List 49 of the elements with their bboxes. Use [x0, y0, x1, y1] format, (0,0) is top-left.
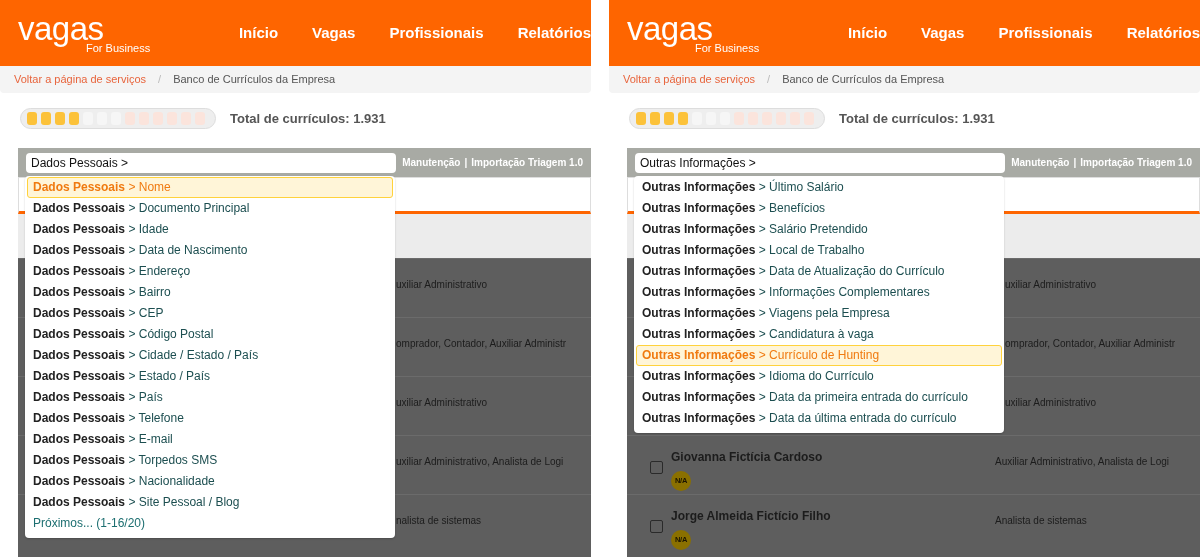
- breadcrumb-current: Banco de Currículos da Empresa: [173, 72, 336, 88]
- dropdown-option[interactable]: Dados Pessoais > Telefone: [27, 408, 393, 429]
- breadcrumb-current: Banco de Currículos da Empresa: [782, 72, 945, 88]
- total-count: Total de currículos: 1.931: [839, 109, 995, 128]
- role-text: Analista de sistemas: [995, 514, 1087, 528]
- dropdown-option[interactable]: Outras Informações > Data de Atualização do Currículo: [636, 261, 1002, 282]
- dropdown-option[interactable]: Outras Informações > Candidatura à vaga: [636, 324, 1002, 345]
- role-text: omprador, Contador, Auxiliar Administr: [396, 337, 567, 351]
- dropdown-option[interactable]: Outras Informações > Data da primeira entrada do currículo: [636, 387, 1002, 408]
- dropdown-option[interactable]: Outras Informações > Salário Pretendido: [636, 219, 1002, 240]
- search-field[interactable]: Dados Pessoais >: [26, 152, 396, 173]
- dropdown-option[interactable]: Outras Informações > Local de Trabalho: [636, 240, 1002, 261]
- dropdown-option[interactable]: Dados Pessoais > Nacionalidade: [27, 471, 393, 492]
- checkbox[interactable]: [650, 520, 663, 533]
- dropdown-option[interactable]: Dados Pessoais > Documento Principal: [27, 198, 393, 219]
- more-link[interactable]: Próximos... (1-16/20): [27, 513, 393, 534]
- role-text: uxiliar Administrativo: [396, 396, 488, 410]
- dropdown-option[interactable]: Dados Pessoais > Endereço: [27, 261, 393, 282]
- dropdown-option[interactable]: Outras Informações > Idioma do Currículo: [636, 366, 1002, 387]
- dropdown-option[interactable]: Dados Pessoais > Idade: [27, 219, 393, 240]
- link-separator: |: [1073, 156, 1077, 170]
- search-field[interactable]: Outras Informações >: [635, 152, 1005, 173]
- total-count: Total de currículos: 1.931: [230, 109, 386, 128]
- role-text: uxiliar Administrativo: [1005, 396, 1097, 410]
- dropdown-option[interactable]: Outras Informações > Último Salário: [636, 177, 1002, 198]
- dropdown-option[interactable]: Dados Pessoais > Data de Nascimento: [27, 240, 393, 261]
- dropdown-option[interactable]: Dados Pessoais > Código Postal: [27, 324, 393, 345]
- role-text: nalista de sistemas: [396, 514, 482, 528]
- dropdown-option[interactable]: Outras Informações > Informações Complementares: [636, 282, 1002, 303]
- dropdown-option[interactable]: Dados Pessoais > CEP: [27, 303, 393, 324]
- dropdown-option[interactable]: Outras Informações > Data da última entrada do currículo: [636, 408, 1002, 429]
- dropdown-option[interactable]: Dados Pessoais > Site Pessoal / Blog: [27, 492, 393, 513]
- dropdown-option[interactable]: Dados Pessoais > Bairro: [27, 282, 393, 303]
- dropdown-option[interactable]: Dados Pessoais > Torpedos SMS: [27, 450, 393, 471]
- role-text: uxiliar Administrativo: [396, 278, 488, 292]
- dropdown-option[interactable]: Outras Informações > Viagens pela Empresa: [636, 303, 1002, 324]
- dropdown-option[interactable]: Dados Pessoais > País: [27, 387, 393, 408]
- role-text: uxiliar Administrativo, Analista de Logi: [396, 455, 564, 469]
- dropdown-option[interactable]: Dados Pessoais > E-mail: [27, 429, 393, 450]
- link-separator: |: [464, 156, 468, 170]
- checkbox[interactable]: [650, 461, 663, 474]
- breadcrumb-separator: /: [767, 72, 771, 88]
- role-text: uxiliar Administrativo: [1005, 278, 1097, 292]
- dropdown-option[interactable]: Dados Pessoais > Cidade / Estado / País: [27, 345, 393, 366]
- breadcrumb-separator: /: [158, 72, 162, 88]
- dropdown-option[interactable]: Dados Pessoais > Estado / País: [27, 366, 393, 387]
- role-text: Auxiliar Administrativo, Analista de Logi: [995, 455, 1169, 469]
- dropdown-option[interactable]: Outras Informações > Benefícios: [636, 198, 1002, 219]
- role-text: omprador, Contador, Auxiliar Administr: [1005, 337, 1176, 351]
